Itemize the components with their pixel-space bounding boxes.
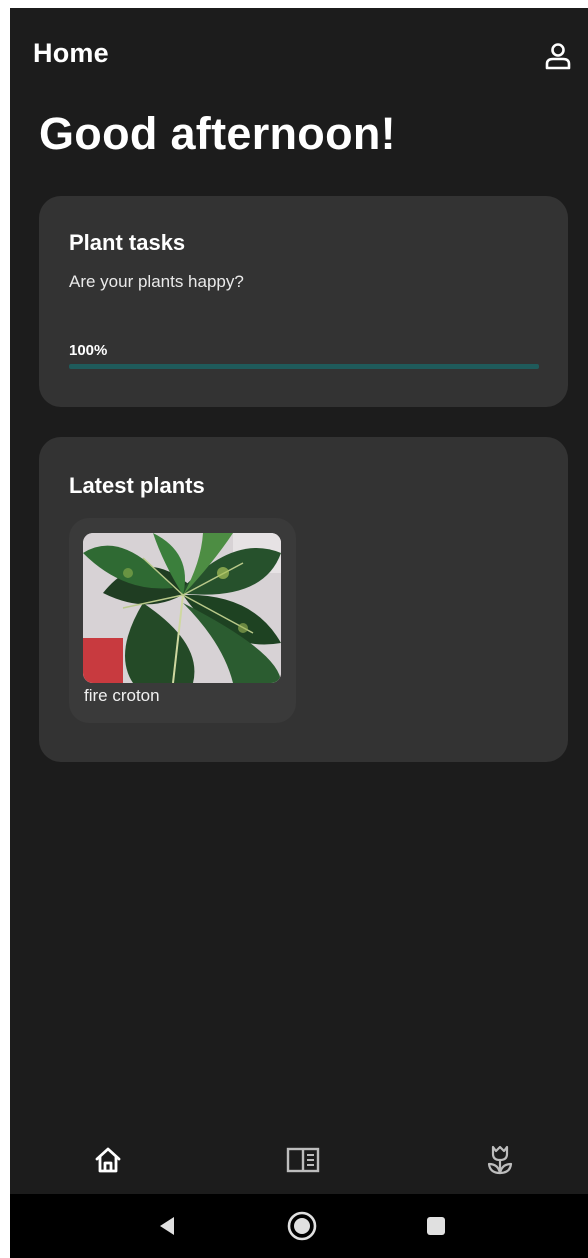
plant-photo: [83, 533, 281, 683]
page-title: Home: [33, 38, 109, 68]
plant-tasks-subtitle: Are your plants happy?: [69, 272, 244, 291]
recents-square-icon: [427, 1217, 445, 1235]
person-icon: [545, 43, 571, 70]
app-screen: Home Good afternoon! Plant tasks Are you…: [10, 8, 588, 1258]
greeting-heading: Good afternoon!: [39, 108, 396, 159]
nav-plants-button[interactable]: [480, 1140, 520, 1180]
system-navigation-bar: [10, 1194, 588, 1258]
latest-plants-card: Latest plants fire croton: [39, 437, 568, 762]
bottom-navigation: [10, 1126, 588, 1194]
system-home-button[interactable]: [284, 1208, 320, 1244]
latest-plants-title: Latest plants: [69, 473, 205, 498]
system-recents-button[interactable]: [418, 1208, 454, 1244]
plant-tasks-card[interactable]: Plant tasks Are your plants happy? 100%: [39, 196, 568, 407]
nav-guide-button[interactable]: [283, 1140, 323, 1180]
system-back-button[interactable]: [149, 1208, 185, 1244]
back-icon: [160, 1217, 174, 1235]
profile-button[interactable]: [540, 38, 576, 74]
plant-tasks-title: Plant tasks: [69, 230, 186, 255]
tulip-icon: [487, 1145, 513, 1175]
progress-percent: 100%: [69, 342, 108, 359]
croton-leaves-photo: [83, 533, 281, 683]
top-app-bar: Home: [10, 8, 588, 108]
home-icon: [95, 1147, 121, 1173]
guide-book-icon: [286, 1147, 320, 1173]
progress-bar-fill: [69, 364, 539, 369]
home-circle-icon: [287, 1211, 317, 1241]
nav-home-button[interactable]: [88, 1140, 128, 1180]
plant-tile[interactable]: fire croton: [69, 518, 296, 723]
plant-name: fire croton: [84, 686, 160, 705]
progress-bar: [69, 364, 539, 369]
